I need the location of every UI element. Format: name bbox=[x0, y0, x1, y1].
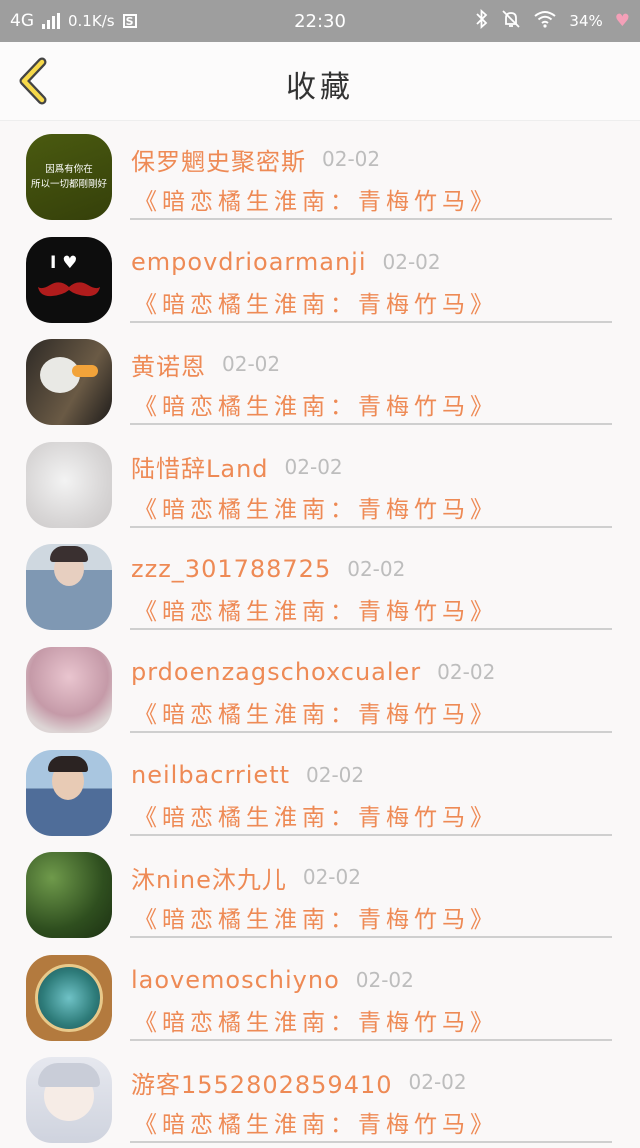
name-line: zzz_301788725 02-02 bbox=[131, 552, 405, 586]
avatar bbox=[26, 954, 112, 1041]
avatar bbox=[26, 852, 112, 939]
mustache-icon bbox=[38, 282, 100, 296]
divider bbox=[130, 1038, 612, 1041]
book-title[interactable]: 《暗恋橘生淮南：青梅竹马》 bbox=[134, 695, 498, 729]
user-name[interactable]: 黄诺恩 bbox=[131, 347, 206, 382]
avatar bbox=[26, 1057, 112, 1144]
date-label: 02-02 bbox=[322, 147, 381, 171]
list-item[interactable]: 沐nine沐九儿 02-02 《暗恋橘生淮南：青梅竹马》 bbox=[0, 840, 640, 943]
user-name[interactable]: 保罗魍史聚密斯 bbox=[131, 142, 306, 177]
date-label: 02-02 bbox=[437, 659, 496, 684]
list-item[interactable]: laovemoschiyno 02-02 《暗恋橘生淮南：青梅竹马》 bbox=[0, 943, 640, 1046]
avatar bbox=[26, 646, 112, 733]
date-label: 02-02 bbox=[306, 762, 365, 787]
book-title[interactable]: 《暗恋橘生淮南：青梅竹马》 bbox=[134, 900, 498, 934]
favorites-list: 因爲有你在 所以一切都剛剛好 保罗魍史聚密斯 02-02 《暗恋橘生淮南：青梅竹… bbox=[0, 122, 640, 1148]
avatar bbox=[26, 339, 112, 426]
avatar-caption: 因爲有你在 所以一切都剛剛好 bbox=[30, 164, 107, 190]
date-label: 02-02 bbox=[355, 967, 414, 992]
book-title[interactable]: 《暗恋橘生淮南：青梅竹马》 bbox=[134, 490, 498, 524]
avatar bbox=[26, 544, 112, 631]
divider bbox=[130, 936, 612, 939]
hair-shape bbox=[50, 546, 88, 563]
status-right: 34% ♥ bbox=[475, 0, 630, 42]
name-line: prdoenzagschoxcualer 02-02 bbox=[131, 655, 495, 689]
book-title[interactable]: 《暗恋橘生淮南：青梅竹马》 bbox=[134, 285, 498, 319]
user-name[interactable]: 陆惜辞Land bbox=[131, 449, 269, 484]
hair-shape bbox=[48, 755, 88, 772]
list-item[interactable]: 因爲有你在 所以一切都剛剛好 保罗魍史聚密斯 02-02 《暗恋橘生淮南：青梅竹… bbox=[0, 122, 640, 225]
user-name[interactable]: prdoenzagschoxcualer bbox=[131, 658, 421, 686]
avatar bbox=[26, 749, 112, 836]
user-name[interactable]: 游客1552802859410 bbox=[131, 1065, 393, 1100]
date-label: 02-02 bbox=[347, 557, 406, 582]
list-item[interactable]: 黄诺恩 02-02 《暗恋橘生淮南：青梅竹马》 bbox=[0, 327, 640, 430]
name-line: 黄诺恩 02-02 bbox=[131, 347, 280, 381]
user-name[interactable]: zzz_301788725 bbox=[131, 555, 331, 583]
list-item[interactable]: I ♥ empovdrioarmanji 02-02 《暗恋橘生淮南：青梅竹马》 bbox=[0, 225, 640, 328]
book-title[interactable]: 《暗恋橘生淮南：青梅竹马》 bbox=[134, 1105, 498, 1139]
book-title[interactable]: 《暗恋橘生淮南：青梅竹马》 bbox=[134, 592, 498, 626]
date-label: 02-02 bbox=[222, 352, 281, 377]
name-line: 游客1552802859410 02-02 bbox=[131, 1065, 467, 1099]
date-label: 02-02 bbox=[284, 454, 343, 479]
divider bbox=[130, 833, 612, 836]
book-title[interactable]: 《暗恋橘生淮南：青梅竹马》 bbox=[134, 1003, 498, 1037]
battery-level: 34% bbox=[569, 12, 603, 30]
divider bbox=[130, 1141, 612, 1144]
user-name[interactable]: laovemoschiyno bbox=[131, 966, 340, 994]
wifi-icon bbox=[533, 10, 557, 33]
emblem-shape bbox=[35, 963, 103, 1032]
divider bbox=[130, 730, 612, 733]
list-item[interactable]: neilbacrriett 02-02 《暗恋橘生淮南：青梅竹马》 bbox=[0, 738, 640, 841]
name-line: 陆惜辞Land 02-02 bbox=[131, 450, 343, 484]
list-item[interactable]: 游客1552802859410 02-02 《暗恋橘生淮南：青梅竹马》 bbox=[0, 1045, 640, 1148]
avatar: 因爲有你在 所以一切都剛剛好 bbox=[26, 134, 112, 220]
list-item[interactable]: 陆惜辞Land 02-02 《暗恋橘生淮南：青梅竹马》 bbox=[0, 430, 640, 533]
name-line: 沐nine沐九儿 02-02 bbox=[131, 860, 361, 894]
name-line: laovemoschiyno 02-02 bbox=[131, 963, 414, 997]
duck-beak bbox=[72, 365, 98, 378]
date-label: 02-02 bbox=[302, 865, 361, 890]
divider bbox=[130, 423, 612, 426]
user-name[interactable]: 沐nine沐九儿 bbox=[131, 860, 287, 895]
divider bbox=[130, 628, 612, 631]
divider bbox=[130, 218, 612, 220]
date-label: 02-02 bbox=[408, 1070, 467, 1095]
page-title: 收藏 bbox=[286, 70, 354, 105]
book-title[interactable]: 《暗恋橘生淮南：青梅竹马》 bbox=[134, 182, 498, 216]
avatar: I ♥ bbox=[26, 236, 112, 323]
hair-shape bbox=[38, 1063, 100, 1088]
book-title[interactable]: 《暗恋橘生淮南：青梅竹马》 bbox=[134, 387, 498, 421]
list-item[interactable]: prdoenzagschoxcualer 02-02 《暗恋橘生淮南：青梅竹马》 bbox=[0, 635, 640, 738]
avatar bbox=[26, 441, 112, 528]
divider bbox=[130, 525, 612, 528]
divider bbox=[130, 320, 612, 323]
user-name[interactable]: neilbacrriett bbox=[131, 761, 290, 789]
user-name[interactable]: empovdrioarmanji bbox=[131, 248, 367, 276]
book-title[interactable]: 《暗恋橘生淮南：青梅竹马》 bbox=[134, 798, 498, 832]
avatar-caption: I ♥ bbox=[50, 252, 78, 273]
alarm-off-icon bbox=[501, 9, 521, 34]
name-line: 保罗魍史聚密斯 02-02 bbox=[131, 142, 380, 176]
date-label: 02-02 bbox=[382, 249, 441, 274]
nav-bar: 收藏 bbox=[0, 42, 640, 121]
name-line: empovdrioarmanji 02-02 bbox=[131, 245, 441, 279]
bluetooth-icon bbox=[475, 8, 489, 34]
list-item[interactable]: zzz_301788725 02-02 《暗恋橘生淮南：青梅竹马》 bbox=[0, 532, 640, 635]
heart-icon: ♥ bbox=[614, 11, 630, 31]
name-line: neilbacrriett 02-02 bbox=[131, 758, 364, 792]
status-bar: 4G 0.1K/s S 22:30 34% ♥ bbox=[0, 0, 640, 42]
